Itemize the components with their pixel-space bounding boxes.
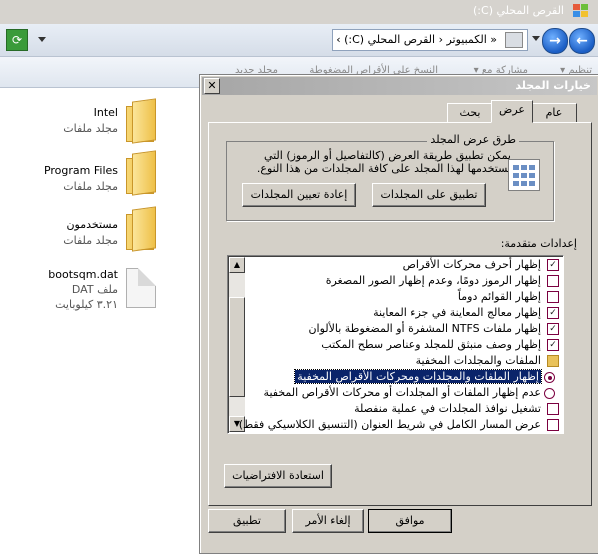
file-item-users[interactable]: مستخدمون مجلد ملفات — [0, 206, 200, 266]
file-item-program-files[interactable]: Program Files مجلد ملفات — [0, 150, 200, 212]
advanced-settings-list[interactable]: ▲ ▼ ✓ إظهار أحرف محركات الأقراص إظهار ال… — [227, 255, 564, 434]
scroll-thumb[interactable] — [229, 297, 245, 397]
setting-label: إظهار الرموز دومًا، وعدم إظهار الصور الم… — [325, 274, 541, 287]
apply-to-folders-button[interactable]: تطبيق على المجلدات — [372, 183, 486, 207]
setting-popup-description[interactable]: ✓ إظهار وصف منبثق للمجلد وعناصر سطح المك… — [247, 338, 563, 353]
scroll-up-button[interactable]: ▲ — [229, 257, 245, 273]
setting-label: الملفات والمجلدات المخفية — [415, 354, 541, 367]
setting-label: عدم إظهار الملفات أو المجلدات أو محركات … — [263, 386, 541, 399]
folder-views-legend: طرق عرض المجلد — [427, 133, 519, 146]
file-type: مجلد ملفات — [63, 122, 118, 135]
setting-show-hidden[interactable]: إظهار الملفات والمجلدات ومحركات الأقراص … — [247, 369, 563, 385]
cancel-button[interactable]: إلغاء الأمر — [292, 509, 364, 533]
setting-show-drive-letters[interactable]: ✓ إظهار أحرف محركات الأقراص — [247, 258, 563, 273]
setting-preview-handlers[interactable]: ✓ إظهار معالج المعاينة في جزء المعاينة — [247, 306, 563, 321]
setting-always-show-icons[interactable]: إظهار الرموز دومًا، وعدم إظهار الصور الم… — [247, 274, 563, 289]
address-bar: ⟳ « الكمبيوتر ‹ القرص المحلي (C:) › → ← — [0, 24, 598, 57]
folder-options-dialog: خيارات المجلد ✕ عام عرض بحث طرق عرض المج… — [199, 74, 598, 554]
refresh-button[interactable]: ⟳ — [6, 29, 28, 51]
restore-defaults-button[interactable]: استعادة الافتراضيات — [224, 464, 332, 488]
checkbox[interactable]: ✓ — [547, 339, 559, 351]
back-button[interactable]: ← — [569, 28, 595, 54]
checkbox[interactable] — [547, 275, 559, 287]
setting-label: إظهار وصف منبثق للمجلد وعناصر سطح المكتب — [321, 338, 541, 351]
file-item-intel[interactable]: Intel مجلد ملفات — [0, 98, 200, 154]
windows-logo-icon — [573, 4, 588, 17]
reset-folders-button[interactable]: إعادة تعيين المجلدات — [242, 183, 356, 207]
address-path[interactable]: « الكمبيوتر ‹ القرص المحلي (C:) › — [336, 33, 497, 46]
tab-search[interactable]: بحث — [447, 103, 493, 123]
folder-icon — [122, 206, 156, 252]
file-name: bootsqm.dat — [48, 268, 118, 281]
file-name: Program Files — [43, 164, 118, 177]
window-titlebar: القرص المحلي (C:) — [0, 0, 598, 24]
close-button[interactable]: ✕ — [204, 78, 220, 94]
setting-label: تشغيل نوافذ المجلدات في عملية منفصلة — [354, 402, 541, 415]
tab-general[interactable]: عام — [531, 103, 577, 123]
ok-button[interactable]: موافق — [368, 509, 452, 533]
dialog-title: خيارات المجلد — [515, 79, 591, 92]
folder-icon — [547, 355, 559, 367]
vertical-scrollbar[interactable]: ▲ ▼ — [229, 257, 245, 432]
recent-pages-icon[interactable] — [532, 36, 540, 41]
chevron-down-icon[interactable] — [38, 37, 46, 42]
file-name: مستخدمون — [66, 218, 118, 231]
checkbox[interactable]: ✓ — [547, 323, 559, 335]
advanced-settings-label: إعدادات متقدمة: — [500, 237, 577, 250]
setting-label: إظهار القوائم دوماً — [457, 290, 541, 303]
address-field[interactable]: « الكمبيوتر ‹ القرص المحلي (C:) › — [332, 29, 528, 51]
checkbox[interactable]: ✓ — [547, 307, 559, 319]
file-item-bootsqm[interactable]: bootsqm.dat ملف DAT ٣.٢١ كيلوبايت — [0, 268, 200, 318]
checkbox[interactable]: ✓ — [547, 259, 559, 271]
tab-view[interactable]: عرض — [491, 100, 533, 123]
apply-button[interactable]: تطبيق — [208, 509, 286, 533]
window-title: القرص المحلي (C:) — [473, 4, 564, 17]
setting-dont-show-hidden[interactable]: عدم إظهار الملفات أو المجلدات أو محركات … — [247, 386, 563, 401]
folder-icon — [122, 150, 156, 196]
setting-always-show-menus[interactable]: إظهار القوائم دوماً — [247, 290, 563, 305]
file-size: ٣.٢١ كيلوبايت — [55, 298, 118, 311]
dialog-titlebar: خيارات المجلد ✕ — [202, 77, 597, 95]
setting-label: عرض المسار الكامل في شريط العنوان (التنس… — [238, 418, 541, 431]
folder-icon — [122, 98, 156, 144]
drive-icon — [505, 32, 523, 48]
setting-label: إظهار أحرف محركات الأقراص — [402, 258, 541, 271]
checkbox[interactable] — [547, 403, 559, 415]
setting-label: إظهار ملفات NTFS المشفرة أو المضغوطة بال… — [308, 322, 541, 335]
file-type: مجلد ملفات — [63, 234, 118, 247]
radio-button[interactable] — [544, 372, 555, 383]
file-type: مجلد ملفات — [63, 180, 118, 193]
setting-label: إظهار معالج المعاينة في جزء المعاينة — [373, 306, 541, 319]
setting-full-path[interactable]: عرض المسار الكامل في شريط العنوان (التنس… — [239, 418, 563, 433]
setting-label: إظهار الملفات والمجلدات ومحركات الأقراص … — [294, 369, 542, 384]
file-type: ملف DAT — [71, 283, 118, 296]
document-icon — [126, 268, 156, 308]
folder-views-description: يمكن تطبيق طريقة العرض (كالتفاصيل أو الر… — [256, 149, 511, 175]
forward-button[interactable]: → — [542, 28, 568, 54]
setting-separate-process[interactable]: تشغيل نوافذ المجلدات في عملية منفصلة — [247, 402, 563, 417]
setting-group-hidden-files: الملفات والمجلدات المخفية — [247, 354, 563, 369]
radio-button[interactable] — [544, 388, 555, 399]
setting-color-ntfs[interactable]: ✓ إظهار ملفات NTFS المشفرة أو المضغوطة ب… — [247, 322, 563, 337]
folder-views-icon — [508, 159, 540, 191]
file-name: Intel — [93, 106, 118, 119]
checkbox[interactable] — [547, 291, 559, 303]
checkbox[interactable] — [547, 419, 559, 431]
